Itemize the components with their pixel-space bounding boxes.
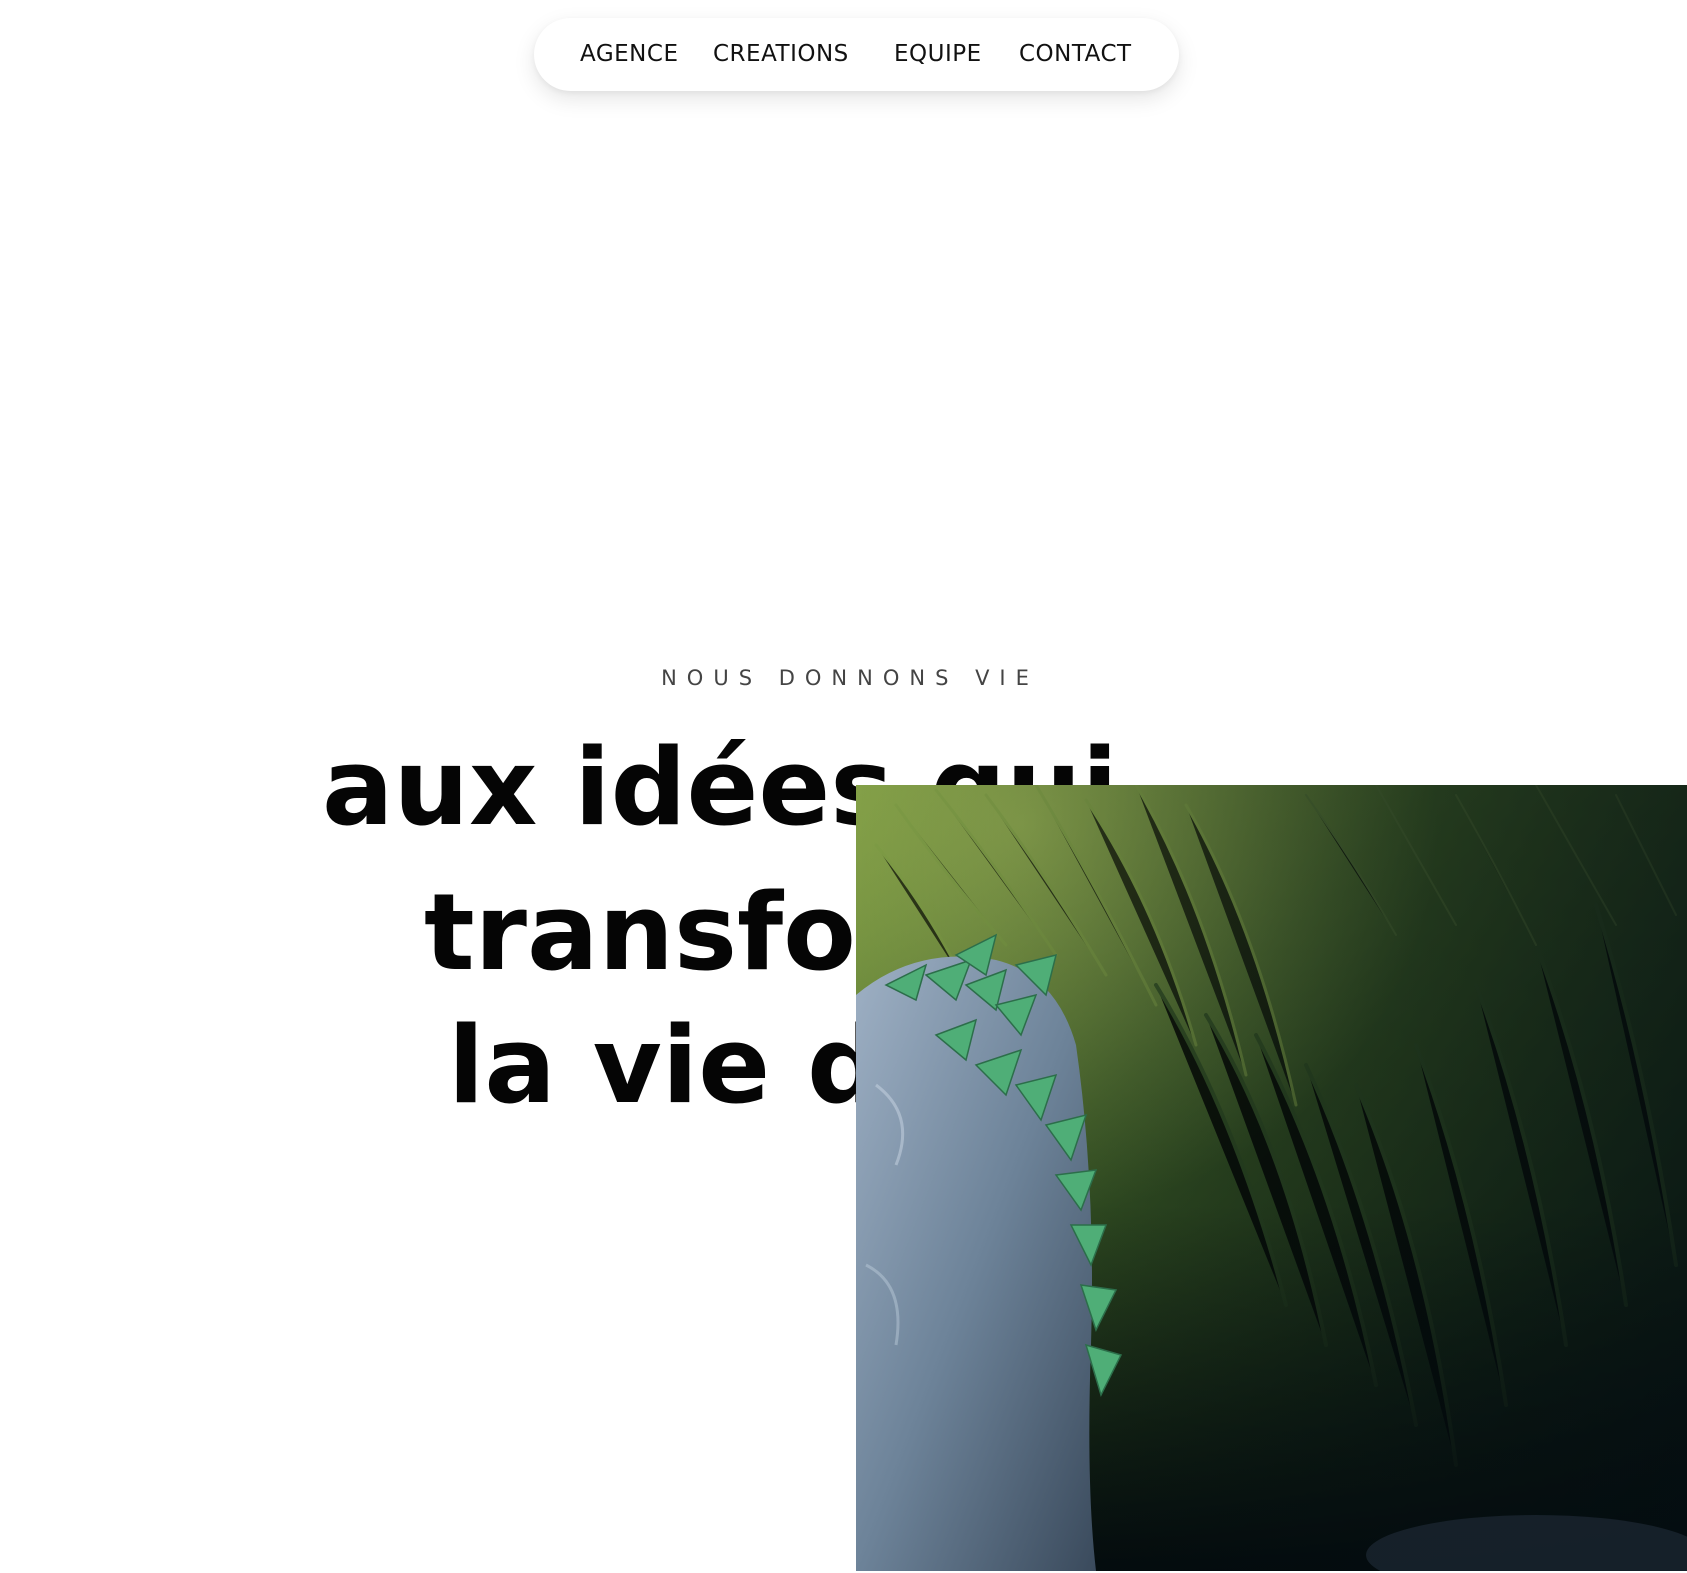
nav-contact-link[interactable]: CONTACT (1019, 18, 1132, 91)
nav-equipe-link[interactable]: EQUIPE (894, 18, 982, 91)
hero-headline-line-2: transfor (424, 871, 909, 994)
nav-agence-link[interactable]: AGENCE (580, 18, 678, 91)
hero-video[interactable] (856, 785, 1687, 1571)
hero-eyebrow: NOUS DONNONS VIE (661, 666, 1039, 690)
top-navigation: AGENCE CREATIONS EQUIPE CONTACT (534, 18, 1179, 91)
video-thumbnail-grass-rock-icon (856, 785, 1687, 1571)
nav-creations-link[interactable]: CREATIONS (713, 18, 849, 91)
